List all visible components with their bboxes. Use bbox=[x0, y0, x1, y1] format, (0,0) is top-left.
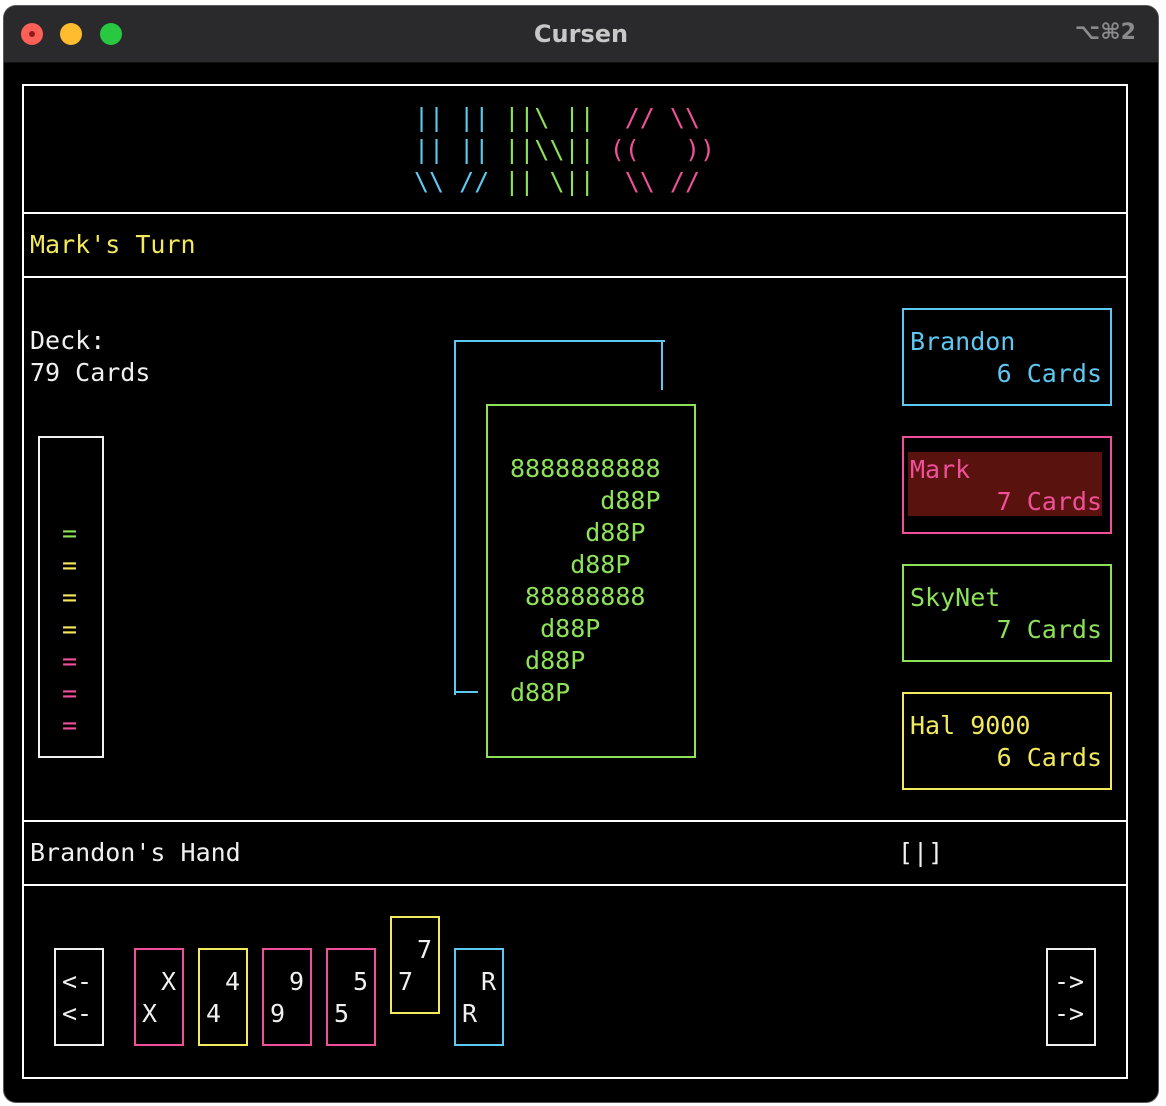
top-card-art-line: d88P bbox=[510, 550, 631, 579]
hand-card[interactable]: 55 bbox=[326, 948, 376, 1046]
meter-mark: = bbox=[62, 551, 78, 580]
hand-card-value-bottom: 9 bbox=[270, 999, 286, 1028]
logo-line: || || ||\\|| (( )) bbox=[414, 134, 715, 166]
hand-card-value-bottom: 7 bbox=[398, 967, 414, 996]
divider bbox=[22, 820, 1128, 822]
hand-card-value-top: R bbox=[480, 967, 496, 996]
logo-letter-u: || || bbox=[414, 103, 490, 132]
discard-pile-foot bbox=[454, 691, 478, 693]
meter-mark: = bbox=[62, 615, 78, 644]
logo-letter-n: ||\ || bbox=[489, 103, 595, 132]
player-card-hal-9000: Hal 9000 6 Cards bbox=[902, 692, 1112, 790]
hand-card-value-bottom: R bbox=[462, 999, 478, 1028]
logo-letter-o: \\ // bbox=[624, 167, 700, 196]
hand-card-value-top: 7 bbox=[416, 935, 432, 964]
hand-card-value-top: 5 bbox=[352, 967, 368, 996]
meter-mark: = bbox=[62, 711, 78, 740]
hand-card-value-top: 4 bbox=[224, 967, 240, 996]
divider bbox=[22, 276, 1128, 278]
divider bbox=[22, 212, 1128, 214]
window-shortcut: ⌥⌘2 bbox=[1074, 20, 1136, 45]
hand-page-indicator: [|] bbox=[898, 838, 944, 867]
player-name: Hal 9000 bbox=[910, 711, 1031, 740]
hand-card-selected[interactable]: 77 bbox=[390, 916, 440, 1014]
hand-card-value-bottom: 4 bbox=[206, 999, 222, 1028]
top-card-art-line: 8888888888 bbox=[510, 454, 661, 483]
meter-mark: = bbox=[62, 647, 78, 676]
divider bbox=[22, 884, 1128, 886]
top-card-art-line: d88P bbox=[510, 646, 586, 675]
hand-card[interactable]: RR bbox=[454, 948, 504, 1046]
hand-card-value-bottom: 5 bbox=[334, 999, 350, 1028]
player-card-count: 7 Cards bbox=[996, 615, 1102, 644]
hand-card-value-top: X bbox=[160, 967, 176, 996]
player-name: SkyNet bbox=[910, 583, 1001, 612]
logo-line: || || ||\ || // \\ bbox=[414, 102, 715, 134]
hand-card-value-top: 9 bbox=[288, 967, 304, 996]
player-card-count: 7 Cards bbox=[996, 487, 1102, 516]
logo-letter-u: \\ // bbox=[414, 167, 490, 196]
top-card-art-line: d88P bbox=[510, 678, 571, 707]
next-cards-button[interactable]: -> -> bbox=[1046, 948, 1096, 1046]
logo-letter-o: // \\ bbox=[624, 103, 700, 132]
hand-label: Brandon's Hand bbox=[30, 838, 241, 867]
player-name: Brandon bbox=[910, 327, 1016, 356]
title-bar: Cursen ⌥⌘2 bbox=[4, 6, 1158, 63]
game-logo: || || ||\ || // \\ || || ||\\|| (( )) \\ /… bbox=[414, 102, 715, 198]
window-title: Cursen bbox=[533, 20, 629, 48]
player-card-count: 6 Cards bbox=[996, 743, 1102, 772]
hand-card[interactable]: XX bbox=[134, 948, 184, 1046]
prev-cards-button[interactable]: <- <- bbox=[54, 948, 104, 1046]
player-card-count: 6 Cards bbox=[996, 359, 1102, 388]
deck-count: 79 Cards bbox=[30, 358, 151, 387]
player-name: Mark bbox=[910, 455, 971, 484]
hand-card-value-bottom: X bbox=[142, 999, 158, 1028]
deck-label: Deck: bbox=[30, 326, 106, 355]
meter-mark: = bbox=[62, 583, 78, 612]
terminal-window: Cursen ⌥⌘2 || || ||\ || // \\ || || ||\\|… bbox=[4, 6, 1158, 1102]
top-card-art-line: 88888888 bbox=[510, 582, 646, 611]
player-card-mark: Mark 7 Cards bbox=[902, 436, 1112, 534]
top-card-art-line: d88P bbox=[510, 518, 646, 547]
discard-pile-edge bbox=[661, 340, 663, 390]
top-card-art-line: d88P bbox=[510, 486, 661, 515]
top-card-art-line: d88P bbox=[510, 614, 601, 643]
top-card: 8888888888 d88P d88P d88P 88888888 d88P … bbox=[486, 404, 696, 758]
logo-letter-o: (( )) bbox=[609, 135, 716, 164]
deck-meter: = = = = = = = bbox=[38, 436, 104, 758]
player-card-brandon: Brandon 6 Cards bbox=[902, 308, 1112, 406]
meter-mark: = bbox=[62, 519, 78, 548]
top-card-art: 8888888888 d88P d88P d88P 88888888 d88P … bbox=[510, 453, 661, 709]
meter-mark: = bbox=[62, 679, 78, 708]
logo-letter-n: || \|| bbox=[489, 167, 595, 196]
logo-line: \\ // || \|| \\ // bbox=[414, 166, 715, 198]
hand-card[interactable]: 44 bbox=[198, 948, 248, 1046]
player-card-skynet: SkyNet 7 Cards bbox=[902, 564, 1112, 662]
hand-card[interactable]: 99 bbox=[262, 948, 312, 1046]
turn-indicator: Mark's Turn bbox=[30, 230, 196, 259]
logo-letter-n: ||\\|| bbox=[489, 135, 595, 164]
logo-letter-u: || || bbox=[414, 135, 490, 164]
